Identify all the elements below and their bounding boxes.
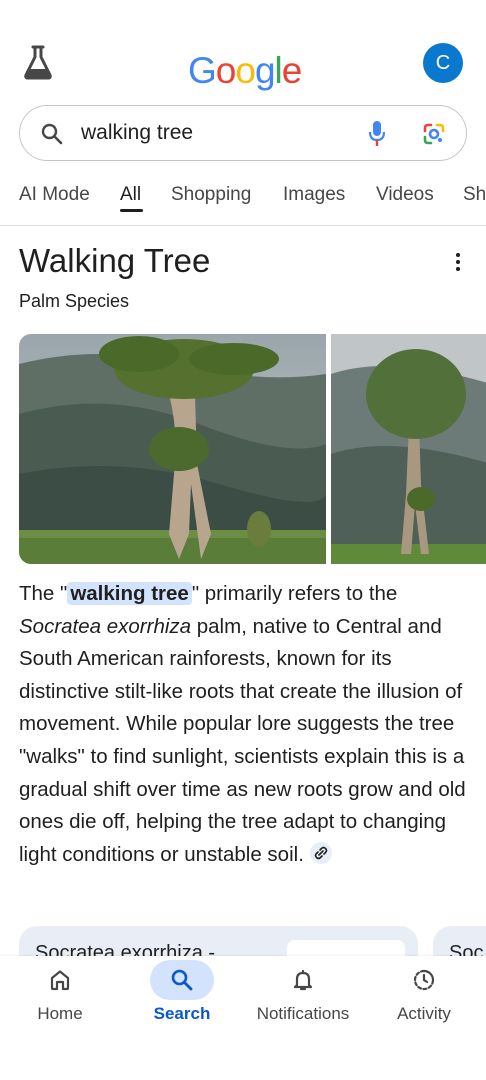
tab-all[interactable]: All: [120, 184, 141, 206]
panel-title: Walking Tree: [19, 242, 211, 279]
activity-icon: [413, 969, 435, 991]
search-tabs: AI Mode All Shopping Images Videos Sh: [0, 178, 486, 226]
search-bar[interactable]: walking tree: [19, 105, 467, 161]
overview-text-part: The ": [19, 582, 68, 605]
search-input[interactable]: walking tree: [81, 121, 193, 145]
google-logo[interactable]: Google: [188, 50, 303, 92]
nav-label: Notifications: [256, 1004, 350, 1023]
home-icon: [50, 970, 70, 991]
logo-letter: o: [235, 50, 256, 91]
tab-videos[interactable]: Videos: [376, 184, 434, 206]
overview-text-part: " primarily refers to the: [191, 582, 398, 605]
nav-notifications[interactable]: Notifications: [243, 956, 363, 1036]
nav-activity[interactable]: Activity: [364, 956, 484, 1036]
logo-letter: l: [274, 50, 283, 91]
nav-label: Home: [37, 1004, 83, 1023]
tab-ai-mode[interactable]: AI Mode: [19, 184, 90, 206]
species-name: Socratea exorrhiza: [19, 614, 192, 638]
avatar[interactable]: C: [423, 43, 463, 83]
tree-image-1[interactable]: [19, 334, 326, 564]
active-tab-indicator: [120, 209, 143, 212]
flask-icon[interactable]: [22, 44, 54, 80]
mic-icon[interactable]: [368, 120, 386, 148]
tab-images[interactable]: Images: [283, 184, 345, 206]
top-bar: Google C: [0, 0, 486, 100]
lens-icon[interactable]: [422, 122, 446, 146]
tab-short-videos[interactable]: Sh: [463, 184, 486, 206]
nav-home[interactable]: Home: [0, 956, 120, 1036]
logo-letter: g: [254, 50, 276, 91]
search-icon: [171, 969, 193, 991]
nav-search[interactable]: Search: [122, 956, 242, 1036]
bell-icon: [293, 969, 313, 991]
overview-text-part: palm, native to Central and South Americ…: [19, 614, 466, 866]
logo-letter: G: [188, 50, 217, 91]
nav-label: Search: [153, 1004, 211, 1023]
tree-image-2[interactable]: [331, 334, 486, 564]
more-vert-icon[interactable]: [454, 252, 462, 272]
link-icon[interactable]: [309, 842, 332, 865]
search-icon: [41, 123, 63, 145]
tab-shopping[interactable]: Shopping: [171, 184, 251, 206]
image-carousel: [19, 334, 486, 564]
overview-text: The " walking tree " primarily refers to t…: [19, 578, 474, 871]
nav-label: Activity: [397, 1004, 451, 1023]
bottom-navigation: Home Search Notifications Activity: [0, 956, 486, 1080]
logo-letter: o: [215, 50, 237, 91]
logo-letter: e: [281, 50, 303, 91]
query-highlight: walking tree: [67, 582, 192, 605]
panel-subtitle: Palm Species: [19, 291, 130, 311]
